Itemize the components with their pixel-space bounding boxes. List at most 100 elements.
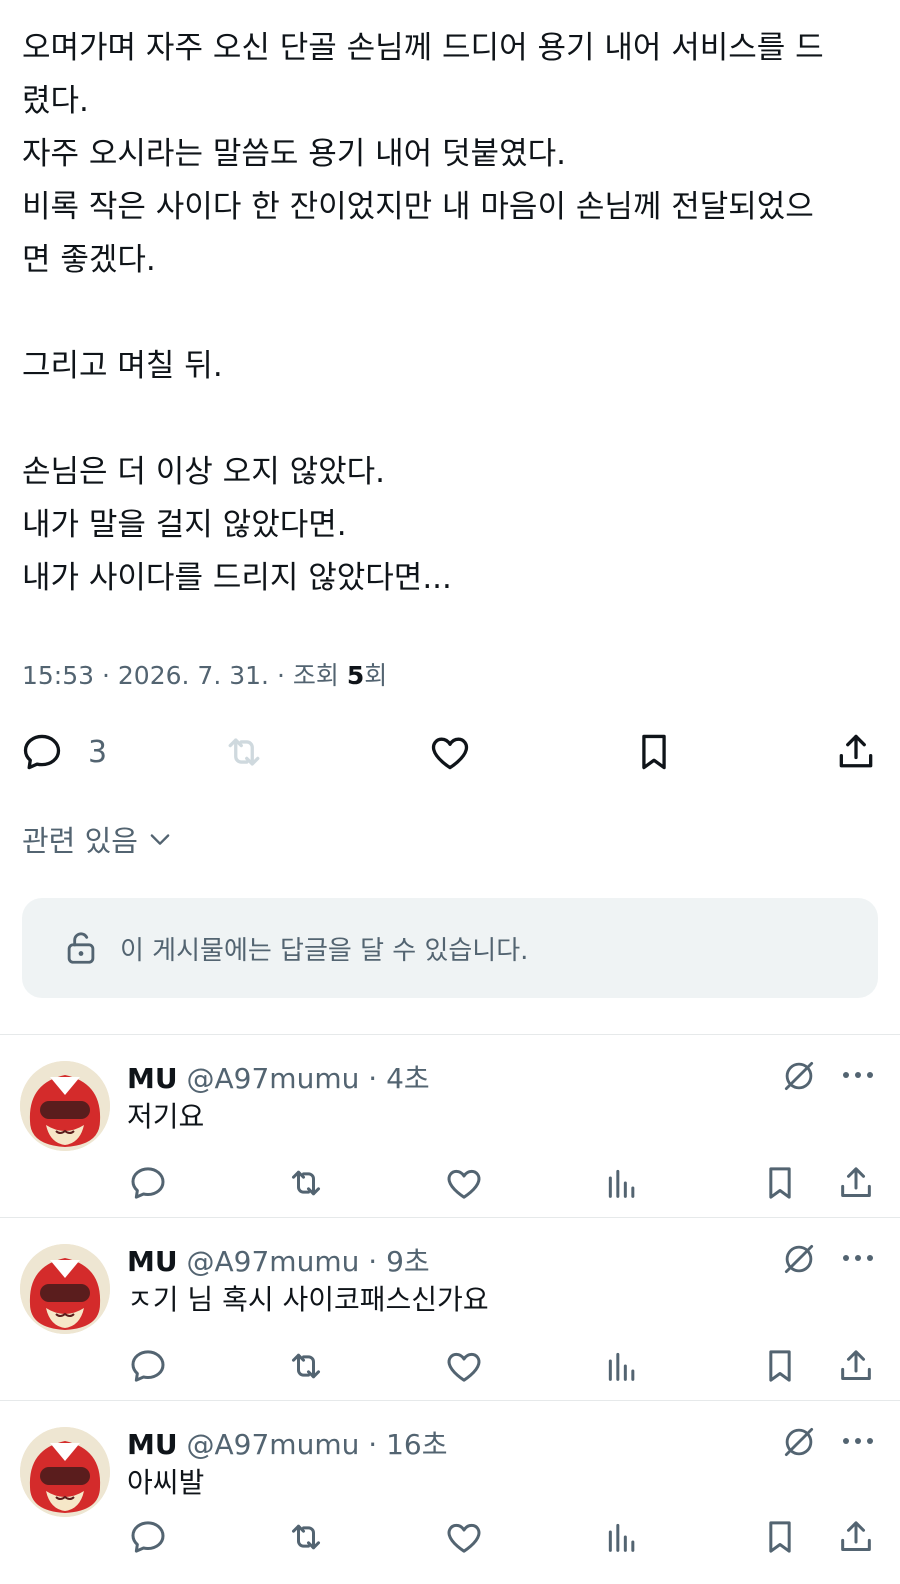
avatar-character-image — [20, 1427, 110, 1517]
post-line: 내가 말을 걸지 않았다면. — [22, 507, 347, 543]
reply-action-bar — [0, 1517, 900, 1561]
reply-time[interactable]: 4초 — [386, 1062, 430, 1095]
share-button[interactable] — [836, 1517, 876, 1557]
bookmark-button[interactable] — [760, 1517, 800, 1557]
post-action-bar: 3 — [0, 722, 900, 782]
post-line: 오며가며 자주 오신 단골 손님께 드디어 용기 내어 서비스를 드 — [22, 30, 824, 66]
post-text: 오며가며 자주 오신 단골 손님께 드디어 용기 내어 서비스를 드 렸다. 자… — [22, 22, 882, 605]
speech-bubble-icon — [23, 734, 61, 770]
reply-author-name[interactable]: MU — [127, 1245, 178, 1278]
reply-header: MU @A97mumu · 4초 — [127, 1057, 430, 1097]
repost-button[interactable] — [286, 1517, 326, 1557]
reply-item[interactable]: MU @A97mumu · 9초 ㅈ기 님 혹시 사이코패스신가요 — [0, 1218, 900, 1401]
post-time: 15:53 — [22, 661, 95, 690]
grok-icon[interactable] — [780, 1057, 818, 1095]
reply-header: MU @A97mumu · 9초 — [127, 1240, 430, 1280]
post-line-blank — [22, 287, 882, 340]
views-button[interactable] — [602, 1163, 642, 1203]
views-button[interactable] — [602, 1346, 642, 1386]
avatar[interactable] — [20, 1061, 110, 1151]
post-line: 비록 작은 사이다 한 잔이었지만 내 마음이 손님께 전달되었으 — [22, 189, 814, 225]
repost-button[interactable] — [286, 1346, 326, 1386]
reply-time[interactable]: 16초 — [386, 1428, 447, 1461]
bookmark-button[interactable] — [632, 722, 676, 782]
bookmark-icon — [769, 1167, 791, 1199]
reply-button[interactable] — [128, 1163, 168, 1203]
reply-restriction-notice: 이 게시물에는 답글을 달 수 있습니다. — [22, 898, 878, 998]
like-button[interactable] — [444, 1163, 484, 1203]
reply-separator: · — [368, 1245, 387, 1278]
bookmark-icon — [642, 734, 666, 770]
grok-icon[interactable] — [780, 1423, 818, 1461]
repost-icon — [292, 1353, 320, 1379]
views-suffix: 회 — [364, 661, 388, 690]
share-button[interactable] — [834, 722, 878, 782]
reply-author-name[interactable]: MU — [127, 1062, 178, 1095]
repost-icon — [228, 738, 260, 766]
reply-restriction-text: 이 게시물에는 답글을 달 수 있습니다. — [120, 935, 529, 966]
post-line: 렸다. — [22, 83, 89, 119]
avatar-character-image — [20, 1244, 110, 1334]
reply-author-handle[interactable]: @A97mumu — [187, 1245, 360, 1278]
post-meta: 15:53 · 2026. 7. 31. · 조회 5회 — [22, 656, 387, 692]
reply-item[interactable]: MU @A97mumu · 16초 아씨발 — [0, 1401, 900, 1584]
views-label: 조회 — [292, 661, 339, 690]
reply-text: ㅈ기 님 혹시 사이코패스신가요 — [127, 1283, 489, 1316]
repost-button[interactable] — [286, 1163, 326, 1203]
avatar[interactable] — [20, 1427, 110, 1517]
reply-author-handle[interactable]: @A97mumu — [187, 1062, 360, 1095]
bar-chart-icon — [608, 1352, 635, 1381]
views-count: 5 — [346, 661, 365, 690]
avatar-character-image — [20, 1061, 110, 1151]
more-dots-icon[interactable] — [838, 1429, 878, 1453]
repost-icon — [292, 1170, 320, 1196]
heart-icon — [447, 1352, 481, 1382]
post-line: 자주 오시라는 말씀도 용기 내어 덧붙였다. — [22, 136, 566, 172]
views-button[interactable] — [602, 1517, 642, 1557]
bookmark-icon — [769, 1521, 791, 1553]
like-button[interactable] — [444, 1346, 484, 1386]
share-button[interactable] — [836, 1346, 876, 1386]
reply-item[interactable]: MU @A97mumu · 4초 저기요 — [0, 1035, 900, 1218]
reply-text: 저기요 — [127, 1100, 205, 1133]
reply-text: 아씨발 — [127, 1466, 205, 1499]
reply-count: 3 — [88, 734, 108, 770]
bar-chart-icon — [608, 1523, 635, 1552]
related-toggle[interactable]: 관련 있음 — [22, 818, 174, 860]
like-button[interactable] — [428, 722, 472, 782]
share-button[interactable] — [836, 1163, 876, 1203]
reply-button[interactable]: 3 — [20, 722, 107, 782]
like-button[interactable] — [444, 1517, 484, 1557]
post-line: 손님은 더 이상 오지 않았다. — [22, 454, 385, 490]
more-dots-icon[interactable] — [838, 1063, 878, 1087]
meta-separator: · — [276, 661, 293, 690]
more-dots-icon[interactable] — [838, 1246, 878, 1270]
reply-action-bar — [0, 1163, 900, 1207]
reply-action-bar — [0, 1346, 900, 1390]
reply-button[interactable] — [128, 1517, 168, 1557]
grok-icon[interactable] — [780, 1240, 818, 1278]
heart-icon — [447, 1169, 481, 1199]
reply-author-handle[interactable]: @A97mumu — [187, 1428, 360, 1461]
bookmark-button[interactable] — [760, 1163, 800, 1203]
share-icon — [839, 734, 873, 768]
speech-bubble-icon — [131, 1350, 165, 1382]
reply-header: MU @A97mumu · 16초 — [127, 1423, 447, 1463]
speech-bubble-icon — [131, 1521, 165, 1553]
bookmark-button[interactable] — [760, 1346, 800, 1386]
post-date: 2026. 7. 31. — [117, 661, 269, 690]
heart-icon — [447, 1523, 481, 1553]
bar-chart-icon — [608, 1169, 635, 1198]
reply-time[interactable]: 9초 — [386, 1245, 430, 1278]
share-icon — [841, 1167, 871, 1197]
related-label: 관련 있음 — [22, 824, 138, 858]
avatar[interactable] — [20, 1244, 110, 1334]
share-icon — [841, 1521, 871, 1551]
post-line: 내가 사이다를 드리지 않았다면... — [22, 560, 452, 596]
reply-button[interactable] — [128, 1346, 168, 1386]
repost-button-disabled — [222, 722, 266, 782]
reply-author-name[interactable]: MU — [127, 1428, 178, 1461]
post-line: 면 좋겠다. — [22, 242, 156, 278]
chevron-down-icon — [150, 834, 170, 845]
bookmark-icon — [769, 1350, 791, 1382]
